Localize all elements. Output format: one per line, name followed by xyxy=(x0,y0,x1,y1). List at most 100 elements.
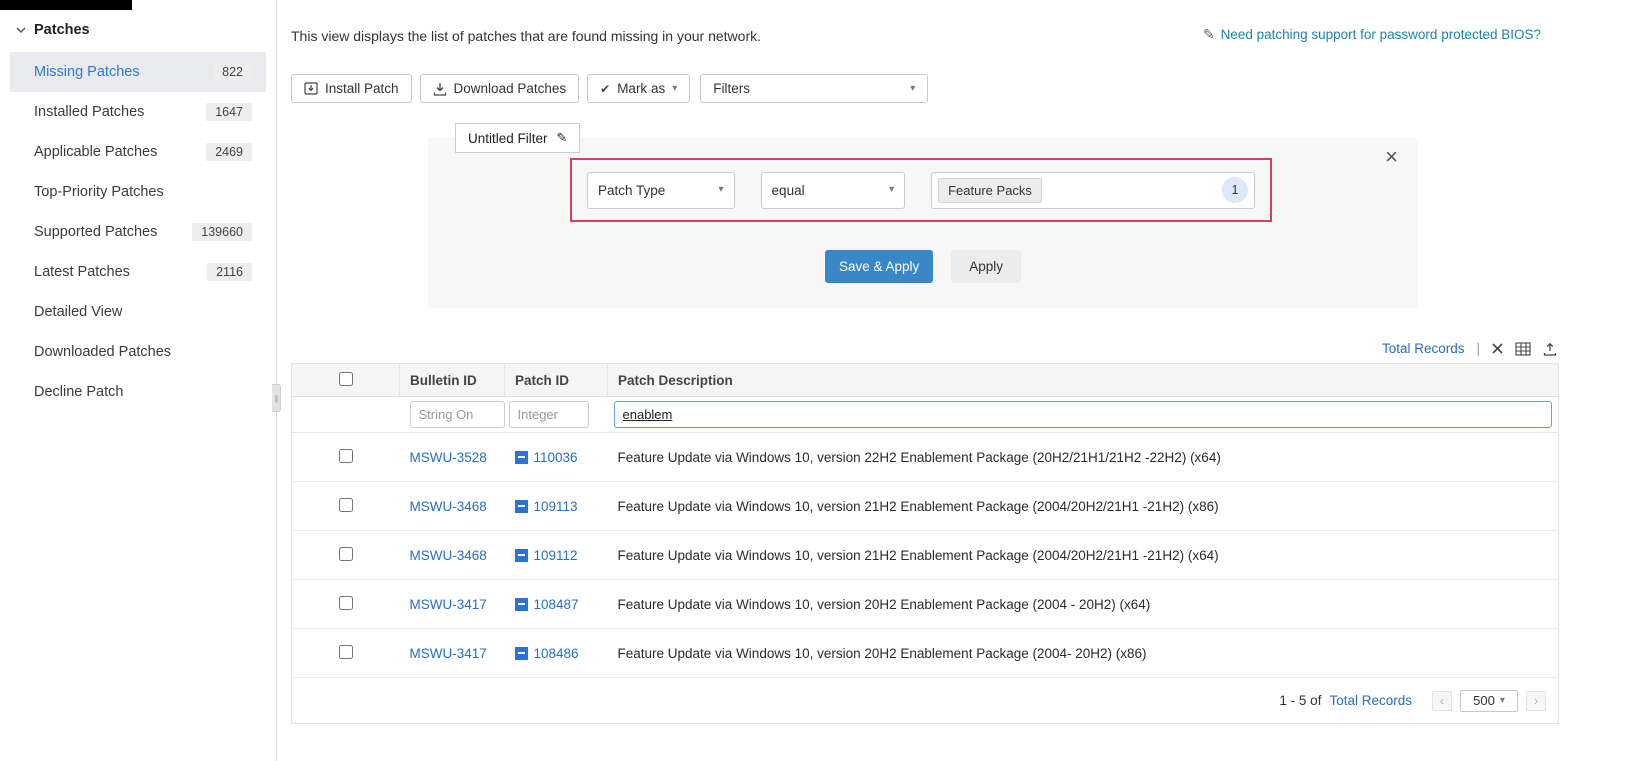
patch-id-link[interactable]: 108486 xyxy=(534,646,579,661)
support-link[interactable]: ✎ Need patching support for password pro… xyxy=(1203,26,1541,43)
sidebar-item[interactable]: Installed Patches 1647 xyxy=(10,92,266,132)
sidebar-items: Missing Patches 822 Installed Patches 16… xyxy=(0,52,276,412)
filters-label: Filters xyxy=(713,81,750,96)
patch-id-filter-input[interactable] xyxy=(509,401,589,428)
bulletin-id-link[interactable]: MSWU-3528 xyxy=(410,450,487,465)
sidebar-section-title: Patches xyxy=(34,22,90,38)
row-select-cell xyxy=(292,433,400,482)
install-icon xyxy=(304,82,318,95)
download-icon xyxy=(433,82,447,96)
footer-total-records-link[interactable]: Total Records xyxy=(1329,693,1412,708)
page-size-value: 500 xyxy=(1473,693,1495,708)
filter-panel-actions: Save & Apply Apply xyxy=(428,250,1418,283)
patches-table: Bulletin ID Patch ID Patch Description M… xyxy=(291,363,1559,678)
record-range-label: 1 - 5 of xyxy=(1279,693,1321,708)
filter-empty-cell xyxy=(292,397,400,433)
close-icon[interactable]: × xyxy=(1385,146,1398,168)
install-patch-button[interactable]: Install Patch xyxy=(291,74,412,103)
filter-name-tab[interactable]: Untitled Filter ✎ xyxy=(455,123,580,153)
select-all-checkbox[interactable] xyxy=(339,372,353,386)
row-select-cell xyxy=(292,482,400,531)
bulletin-id-link[interactable]: MSWU-3468 xyxy=(410,548,487,563)
patch-id-link[interactable]: 110036 xyxy=(534,450,578,465)
table-filter-row xyxy=(292,397,1559,433)
clear-filter-icon[interactable] xyxy=(1492,343,1503,354)
apply-button[interactable]: Apply xyxy=(951,250,1021,283)
row-checkbox[interactable] xyxy=(339,645,353,659)
table-row: MSWU-3417 108487 Feature Update via Wind… xyxy=(292,580,1559,629)
mark-as-button[interactable]: ✔ Mark as ▾ xyxy=(587,74,690,103)
filter-criteria-highlight: Patch Type ▾ equal ▾ Feature Packs 1 xyxy=(570,158,1272,222)
bulletin-id-link[interactable]: MSWU-3468 xyxy=(410,499,487,514)
view-description: This view displays the list of patches t… xyxy=(291,26,761,44)
filters-dropdown[interactable]: Filters ▾ xyxy=(700,74,928,103)
select-all-cell xyxy=(292,364,400,397)
description-filter-input[interactable] xyxy=(614,401,1553,428)
row-checkbox[interactable] xyxy=(339,547,353,561)
row-checkbox[interactable] xyxy=(339,498,353,512)
caret-down-icon: ▾ xyxy=(719,185,724,195)
sidebar-item-label: Latest Patches xyxy=(34,264,130,280)
sidebar-section-patches[interactable]: Patches xyxy=(0,22,276,52)
edit-pencil-icon[interactable]: ✎ xyxy=(557,130,568,146)
table-footer: 1 - 5 of Total Records ‹ 500 ▾ › xyxy=(291,678,1559,724)
sidebar-item-label: Missing Patches xyxy=(34,64,140,80)
criteria-operator-select[interactable]: equal ▾ xyxy=(761,172,906,209)
col-patch-id[interactable]: Patch ID xyxy=(505,364,608,397)
page-header: This view displays the list of patches t… xyxy=(291,26,1648,44)
sidebar-item[interactable]: Latest Patches 2116 xyxy=(10,252,266,292)
sidebar-item[interactable]: Decline Patch xyxy=(10,372,266,412)
main-content: This view displays the list of patches t… xyxy=(277,0,1648,761)
bulletin-id-filter-input[interactable] xyxy=(410,401,505,428)
col-patch-description[interactable]: Patch Description xyxy=(608,364,1559,397)
filter-panel: Untitled Filter ✎ × Patch Type ▾ equal ▾… xyxy=(428,138,1418,308)
patch-description: Feature Update via Windows 10, version 2… xyxy=(608,629,1559,678)
row-checkbox[interactable] xyxy=(339,449,353,463)
patches-table-section: Total Records | xyxy=(291,341,1559,724)
column-chooser-icon[interactable] xyxy=(1515,342,1531,356)
sidebar-item[interactable]: Detailed View xyxy=(10,292,266,332)
sidebar-item[interactable]: Top-Priority Patches xyxy=(10,172,266,212)
criteria-operator-value: equal xyxy=(772,183,805,198)
chevron-down-icon[interactable] xyxy=(16,22,26,38)
next-page-button[interactable]: › xyxy=(1526,691,1546,711)
separator: | xyxy=(1476,341,1480,356)
sidebar-item-count: 2116 xyxy=(207,263,252,282)
sidebar-item-count: 139660 xyxy=(192,223,252,242)
patch-id-link[interactable]: 109113 xyxy=(534,499,578,514)
sidebar-item[interactable]: Applicable Patches 2469 xyxy=(10,132,266,172)
sidebar-item-label: Applicable Patches xyxy=(34,144,157,160)
save-apply-button[interactable]: Save & Apply xyxy=(825,250,933,283)
patch-icon xyxy=(515,500,528,513)
patch-description: Feature Update via Windows 10, version 2… xyxy=(608,531,1559,580)
caret-down-icon: ▾ xyxy=(910,84,915,94)
patch-id-link[interactable]: 108487 xyxy=(534,597,579,612)
patch-description: Feature Update via Windows 10, version 2… xyxy=(608,433,1559,482)
sidebar-resize-handle[interactable]: || xyxy=(272,384,281,412)
prev-page-button[interactable]: ‹ xyxy=(1432,691,1452,711)
bulletin-id-link[interactable]: MSWU-3417 xyxy=(410,646,487,661)
sidebar-item-label: Downloaded Patches xyxy=(34,344,171,360)
download-patches-button[interactable]: Download Patches xyxy=(420,74,580,103)
sidebar-item[interactable]: Missing Patches 822 xyxy=(10,52,266,92)
row-select-cell xyxy=(292,531,400,580)
table-header-row: Bulletin ID Patch ID Patch Description xyxy=(292,364,1559,397)
sidebar-item-label: Top-Priority Patches xyxy=(34,184,164,200)
table-row: MSWU-3468 109112 Feature Update via Wind… xyxy=(292,531,1559,580)
export-icon[interactable] xyxy=(1543,342,1557,356)
patch-description: Feature Update via Windows 10, version 2… xyxy=(608,482,1559,531)
bulletin-id-link[interactable]: MSWU-3417 xyxy=(410,597,487,612)
criteria-field-select[interactable]: Patch Type ▾ xyxy=(587,172,735,209)
check-icon: ✔ xyxy=(600,82,610,96)
total-records-link[interactable]: Total Records xyxy=(1382,341,1465,356)
page-size-dropdown[interactable]: 500 ▾ xyxy=(1460,690,1518,712)
sidebar-item[interactable]: Supported Patches 139660 xyxy=(10,212,266,252)
row-checkbox[interactable] xyxy=(339,596,353,610)
patch-id-link[interactable]: 109112 xyxy=(534,548,578,563)
note-pencil-icon: ✎ xyxy=(1203,26,1215,43)
filter-name-label: Untitled Filter xyxy=(468,131,548,146)
col-bulletin-id[interactable]: Bulletin ID xyxy=(400,364,505,397)
patch-icon xyxy=(515,647,528,660)
sidebar-item[interactable]: Downloaded Patches xyxy=(10,332,266,372)
criteria-value-field[interactable]: Feature Packs 1 xyxy=(931,172,1255,209)
